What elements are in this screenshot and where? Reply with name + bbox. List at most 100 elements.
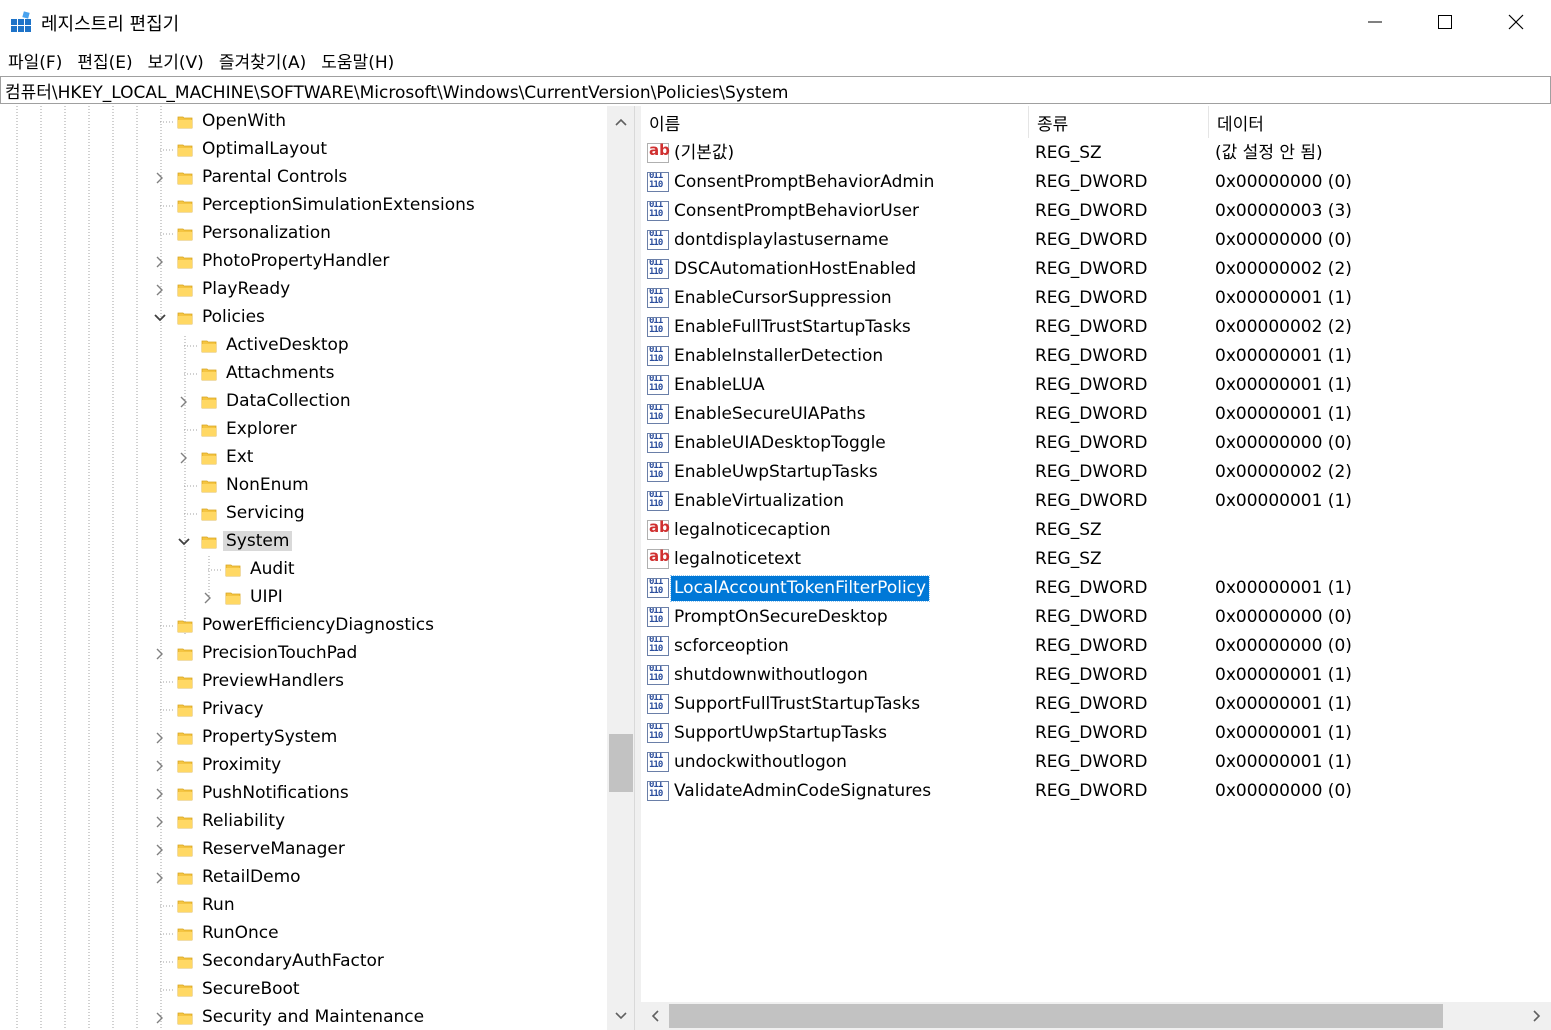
value-name[interactable]: EnableSecureUIAPaths [671,402,869,427]
value-row[interactable]: 011 110 EnableUIADesktopToggle REG_DWORD 0x0… [641,429,1541,458]
tree-item[interactable]: Personalization [0,220,605,248]
tree-item[interactable]: PerceptionSimulationExtensions [0,192,605,220]
value-row[interactable]: 011 110 DSCAutomationHostEnabled REG_DWORD 0… [641,255,1541,284]
chevron-right-icon[interactable] [151,248,169,276]
tree-item[interactable]: ReserveManager [0,836,605,864]
value-row[interactable]: 011 110 LocalAccountTokenFilterPolicy REG_D… [641,574,1541,603]
address-path[interactable]: 컴퓨터\HKEY_LOCAL_MACHINE\SOFTWARE\Microsof… [5,78,788,103]
tree-item[interactable]: Policies [0,304,605,332]
value-name[interactable]: scforceoption [671,634,792,659]
tree-item[interactable]: UIPI [0,584,605,612]
tree-item[interactable]: OpenWith [0,108,605,136]
values-scroll-thumb[interactable] [669,1004,1443,1028]
tree-item[interactable]: SecondaryAuthFactor [0,948,605,976]
tree-item-label[interactable]: DataCollection [223,391,354,411]
value-name[interactable]: SupportFullTrustStartupTasks [671,692,923,717]
tree-item-label[interactable]: OpenWith [199,111,289,131]
value-name[interactable]: ConsentPromptBehaviorUser [671,199,922,224]
chevron-right-icon[interactable] [151,780,169,808]
value-row[interactable]: 011 110 scforceoption REG_DWORD 0x00000000 (… [641,632,1541,661]
value-name[interactable]: ValidateAdminCodeSignatures [671,779,934,804]
value-row[interactable]: 011 110 SupportUwpStartupTasks REG_DWORD 0x0… [641,719,1541,748]
value-row[interactable]: 011 110 EnableSecureUIAPaths REG_DWORD 0x000… [641,400,1541,429]
tree-item-label[interactable]: SecureBoot [199,979,303,999]
tree-item-label[interactable]: PowerEfficiencyDiagnostics [199,615,437,635]
tree-item-label[interactable]: SecondaryAuthFactor [199,951,387,971]
tree-item-label[interactable]: RunOnce [199,923,282,943]
value-row[interactable]: 011 110 ConsentPromptBehaviorAdmin REG_DWOR… [641,168,1541,197]
column-header-type[interactable]: 종류 [1029,106,1209,138]
tree-item-label[interactable]: Ext [223,447,256,467]
tree-item[interactable]: PreviewHandlers [0,668,605,696]
value-name[interactable]: undockwithoutlogon [671,750,850,775]
tree-item[interactable]: PrecisionTouchPad [0,640,605,668]
value-name[interactable]: EnableLUA [671,373,768,398]
tree-item[interactable]: PushNotifications [0,780,605,808]
tree-item-label[interactable]: Servicing [223,503,308,523]
chevron-right-icon[interactable] [151,640,169,668]
column-header-name[interactable]: 이름 [641,106,1029,138]
chevron-down-icon[interactable] [175,528,193,556]
menu-edit[interactable]: 편집(E) [71,48,138,73]
tree-item[interactable]: SecureBoot [0,976,605,1004]
value-name[interactable]: EnableVirtualization [671,489,847,514]
tree-item-label[interactable]: Run [199,895,238,915]
value-name[interactable]: EnableInstallerDetection [671,344,886,369]
value-row[interactable]: ab legalnoticecaption REG_SZ [641,516,1541,545]
menu-view[interactable]: 보기(V) [142,48,210,73]
value-name[interactable]: LocalAccountTokenFilterPolicy [669,575,931,602]
tree-item[interactable]: Run [0,892,605,920]
tree-item-label[interactable]: Privacy [199,699,267,719]
value-name[interactable]: SupportUwpStartupTasks [671,721,890,746]
tree-item-label[interactable]: Audit [247,559,298,579]
value-name[interactable]: DSCAutomationHostEnabled [671,257,919,282]
tree-item-label[interactable]: RetailDemo [199,867,304,887]
chevron-right-icon[interactable] [175,388,193,416]
value-row[interactable]: 011 110 EnableCursorSuppression REG_DWORD 0x… [641,284,1541,313]
tree-item-label[interactable]: PlayReady [199,279,293,299]
scroll-right-button[interactable] [1523,1002,1551,1030]
chevron-right-icon[interactable] [151,164,169,192]
tree-item-label[interactable]: PushNotifications [199,783,352,803]
value-name[interactable]: legalnoticetext [671,547,804,572]
chevron-right-icon[interactable] [151,752,169,780]
tree-item-label[interactable]: PrecisionTouchPad [199,643,360,663]
value-row[interactable]: 011 110 EnableFullTrustStartupTasks REG_DWO… [641,313,1541,342]
tree-item[interactable]: OptimalLayout [0,136,605,164]
value-row[interactable]: 011 110 PromptOnSecureDesktop REG_DWORD 0x00… [641,603,1541,632]
value-row[interactable]: 011 110 ConsentPromptBehaviorUser REG_DWORD… [641,197,1541,226]
value-name[interactable]: ConsentPromptBehaviorAdmin [671,170,937,195]
values-horizontal-scrollbar[interactable] [641,1002,1551,1030]
value-name[interactable]: EnableCursorSuppression [671,286,895,311]
chevron-right-icon[interactable] [175,444,193,472]
value-row[interactable]: 011 110 EnableInstallerDetection REG_DWORD 0… [641,342,1541,371]
menu-favorites[interactable]: 즐겨찾기(A) [213,48,312,73]
value-row[interactable]: 011 110 EnableVirtualization REG_DWORD 0x000… [641,487,1541,516]
value-row[interactable]: ab (기본값) REG_SZ (값 설정 안 됨) [641,139,1541,168]
value-row[interactable]: 011 110 ValidateAdminCodeSignatures REG_DWO… [641,777,1541,806]
scroll-up-button[interactable] [607,108,634,136]
tree-item-label[interactable]: Proximity [199,755,284,775]
tree-item[interactable]: Parental Controls [0,164,605,192]
tree-item[interactable]: Explorer [0,416,605,444]
tree-item[interactable]: Servicing [0,500,605,528]
close-button[interactable] [1481,0,1551,44]
chevron-down-icon[interactable] [151,304,169,332]
chevron-right-icon[interactable] [151,836,169,864]
tree-item[interactable]: NonEnum [0,472,605,500]
key-tree[interactable]: OpenWith OptimalLayout Parental Controls Pe… [0,106,635,1030]
tree-item[interactable]: Attachments [0,360,605,388]
tree-item[interactable]: PropertySystem [0,724,605,752]
value-row[interactable]: ab legalnoticetext REG_SZ [641,545,1541,574]
value-row[interactable]: 011 110 EnableUwpStartupTasks REG_DWORD 0x00… [641,458,1541,487]
tree-scroll-thumb[interactable] [609,734,633,792]
tree-item-label[interactable]: PropertySystem [199,727,340,747]
menu-file[interactable]: 파일(F) [2,48,68,73]
tree-item-label[interactable]: ReserveManager [199,839,348,859]
value-name[interactable]: shutdownwithoutlogon [671,663,871,688]
tree-item-label[interactable]: Policies [199,307,268,327]
tree-item[interactable]: Privacy [0,696,605,724]
tree-item-label[interactable]: Personalization [199,223,334,243]
menu-help[interactable]: 도움말(H) [315,48,400,73]
value-row[interactable]: 011 110 dontdisplaylastusername REG_DWORD 0x… [641,226,1541,255]
